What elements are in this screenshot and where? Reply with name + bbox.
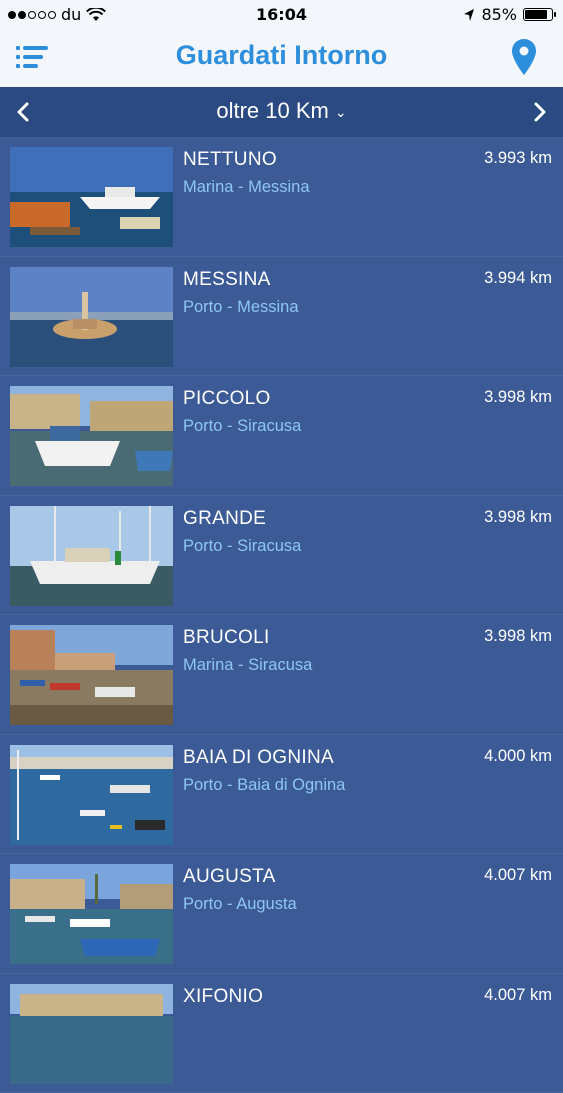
list-item-brucoli[interactable]: BRUCOLI Marina - Siracusa 3.998 km [0,615,563,735]
place-name: XIFONIO [183,986,263,1008]
place-photo [10,625,173,725]
place-subtitle: Porto - Messina [183,298,299,317]
place-photo [10,147,173,247]
place-name: MESSINA [183,269,271,291]
status-bar: du 16:04 85% [0,0,563,30]
list-item-xifonio[interactable]: XIFONIO 4.007 km [0,974,563,1093]
list-item-baia-di-ognina[interactable]: BAIA DI OGNINA Porto - Baia di Ognina 4.… [0,735,563,855]
list-item-augusta[interactable]: AUGUSTA Porto - Augusta 4.007 km [0,854,563,974]
battery-percent: 85% [481,5,517,24]
place-name: BRUCOLI [183,627,270,649]
place-distance: 3.998 km [484,508,552,527]
place-distance: 3.998 km [484,627,552,646]
place-distance: 3.993 km [484,149,552,168]
place-subtitle: Porto - Siracusa [183,537,301,556]
chevron-right-icon[interactable] [527,100,551,124]
map-pin-icon[interactable] [511,38,537,76]
place-distance: 3.998 km [484,388,552,407]
location-arrow-icon [463,8,475,22]
header-bar: Guardati Intorno [0,30,563,87]
chevron-down-icon: ⌄ [335,104,347,121]
place-photo [10,984,173,1084]
place-name: GRANDE [183,508,266,530]
place-photo [10,267,173,367]
distance-filter-bar: oltre 10 Km ⌄ [0,87,563,137]
place-photo [10,864,173,964]
place-distance: 4.000 km [484,747,552,766]
place-photo [10,745,173,845]
distance-dropdown[interactable]: oltre 10 Km ⌄ [0,98,563,124]
place-name: BAIA DI OGNINA [183,747,334,769]
place-subtitle: Porto - Siracusa [183,417,301,436]
list-item-grande[interactable]: GRANDE Porto - Siracusa 3.998 km [0,496,563,616]
place-name: NETTUNO [183,149,277,171]
place-subtitle: Marina - Messina [183,178,310,197]
place-subtitle: Porto - Augusta [183,895,297,914]
place-photo [10,386,173,486]
place-distance: 4.007 km [484,866,552,885]
distance-dropdown-label: oltre 10 Km [216,98,329,123]
page-title: Guardati Intorno [0,40,563,71]
place-name: PICCOLO [183,388,271,410]
place-subtitle: Porto - Baia di Ognina [183,776,345,795]
battery-icon [523,8,553,21]
place-subtitle: Marina - Siracusa [183,656,312,675]
list-item-piccolo[interactable]: PICCOLO Porto - Siracusa 3.998 km [0,376,563,496]
list-item-messina[interactable]: MESSINA Porto - Messina 3.994 km [0,257,563,377]
place-photo [10,506,173,606]
list-item-nettuno[interactable]: NETTUNO Marina - Messina 3.993 km [0,137,563,257]
place-distance: 4.007 km [484,986,552,1005]
battery-area: 85% [463,5,553,24]
places-list: NETTUNO Marina - Messina 3.993 km MESSIN… [0,137,563,1093]
place-name: AUGUSTA [183,866,276,888]
place-distance: 3.994 km [484,269,552,288]
